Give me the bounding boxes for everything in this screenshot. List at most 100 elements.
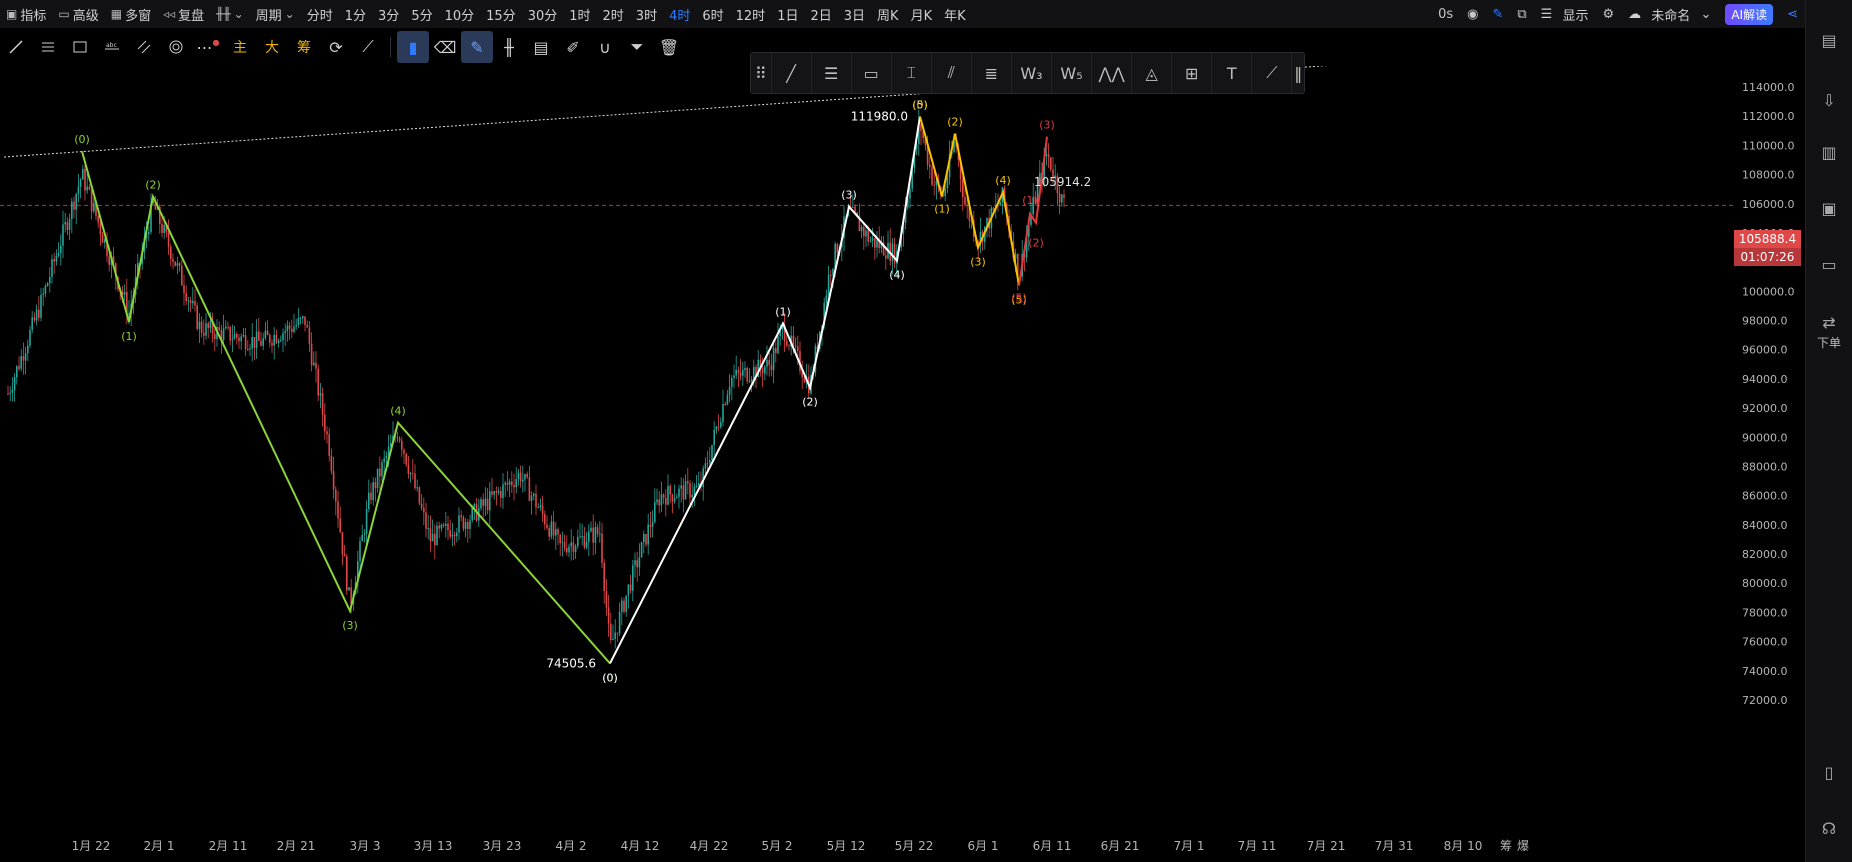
more-tools-icon[interactable]: ⋯ ● xyxy=(192,31,224,63)
display-button[interactable]: ☰ 显示 xyxy=(1541,0,1589,28)
candle-body xyxy=(746,368,748,382)
parallel-channel-icon[interactable]: ⫽ xyxy=(932,53,972,93)
trash-icon[interactable]: 🗑 xyxy=(653,31,685,63)
order-icon[interactable]: ⇄ xyxy=(1817,310,1841,334)
period-13[interactable]: 1日 xyxy=(771,0,804,28)
fib-circle-icon[interactable] xyxy=(160,31,192,63)
candle-body xyxy=(18,366,20,369)
candle-body xyxy=(172,259,174,262)
edit-note-icon[interactable]: ✐ xyxy=(557,31,589,63)
price-chart[interactable]: 114000.0 112000.0 110000.0 108000.0 106000.0… xyxy=(0,66,1806,862)
period-17[interactable]: 月K xyxy=(905,0,939,28)
sync-icon[interactable]: ⟳ xyxy=(320,31,352,63)
candle-body xyxy=(306,324,308,328)
order-label[interactable]: 下单 xyxy=(1806,334,1852,351)
text-tool-icon[interactable]: T xyxy=(1212,53,1253,93)
share-icon[interactable]: ⋖ xyxy=(1787,7,1798,22)
period-8[interactable]: 2时 xyxy=(597,0,630,28)
drag-handle-icon[interactable]: ⠿ xyxy=(751,53,772,93)
period-1[interactable]: 1分 xyxy=(339,0,372,28)
indicators-button[interactable]: ▣ 指标 xyxy=(0,0,52,28)
period-12[interactable]: 12时 xyxy=(730,0,772,28)
y-tick-label: 96000.0 xyxy=(1742,344,1788,357)
headset-icon[interactable]: ☊ xyxy=(1817,816,1841,840)
filter-icon[interactable]: ⏷ xyxy=(621,31,653,63)
horizontal-lines-icon[interactable] xyxy=(32,31,64,63)
wave-label: (3) xyxy=(342,619,358,632)
trend-line-icon[interactable] xyxy=(0,31,32,63)
rectangle-icon[interactable] xyxy=(64,31,96,63)
candle-body xyxy=(596,527,599,534)
candle-body xyxy=(181,265,183,286)
period-10[interactable]: 4时 xyxy=(663,0,696,28)
period-5[interactable]: 15分 xyxy=(480,0,522,28)
bar-chart-icon[interactable]: ▥ xyxy=(1817,140,1841,164)
replay-button[interactable]: ◃◃ 复盘 xyxy=(157,0,210,28)
candle-body xyxy=(231,338,234,341)
fib-retracement-icon[interactable]: ≣ xyxy=(972,53,1012,93)
camera-icon[interactable]: ◉ xyxy=(1467,7,1478,22)
period-dropdown[interactable]: 周期 ⌄ xyxy=(250,0,301,28)
pen-icon[interactable]: ✎ xyxy=(1492,7,1503,22)
horizontal-lines-icon[interactable]: ☰ xyxy=(812,53,852,93)
candle-body xyxy=(27,345,29,354)
candle-body xyxy=(577,537,579,547)
period-18[interactable]: 年K xyxy=(938,0,972,28)
gear-icon[interactable]: ⚙ xyxy=(1602,7,1614,22)
candle-body xyxy=(203,332,205,336)
elliott-wave-icon[interactable]: ╫ xyxy=(493,31,525,63)
add-text-icon[interactable]: ⊞ xyxy=(1172,53,1213,93)
layout-icon[interactable]: ▯ xyxy=(1817,760,1841,784)
watchlist-icon[interactable]: ▤ xyxy=(1817,28,1841,52)
download-icon[interactable]: ⇩ xyxy=(1817,88,1841,112)
x-tick-label: 2月 1 xyxy=(143,839,174,853)
advanced-button[interactable]: ▭ 高级 xyxy=(52,0,104,28)
wave-5-icon[interactable]: W₅ xyxy=(1052,53,1093,93)
period-3[interactable]: 5分 xyxy=(405,0,438,28)
diagonal-tool-icon[interactable]: ⟋ xyxy=(1252,53,1293,93)
triangle-pattern-icon[interactable]: ◬ xyxy=(1132,53,1173,93)
price-range-icon[interactable]: abc xyxy=(96,31,128,63)
period-14[interactable]: 2日 xyxy=(804,0,837,28)
period-6[interactable]: 30分 xyxy=(522,0,564,28)
monitor-chart-icon[interactable]: ▣ xyxy=(1817,196,1841,220)
popout-icon[interactable]: ⧉ xyxy=(1517,7,1526,22)
candle-body xyxy=(508,481,511,485)
period-16[interactable]: 周K xyxy=(871,0,905,28)
period-0[interactable]: 分时 xyxy=(301,0,339,28)
rectangle-icon[interactable]: ▭ xyxy=(852,53,892,93)
wave-3-icon[interactable]: W₃ xyxy=(1012,53,1052,93)
drawing-pen-icon[interactable]: ✎ xyxy=(461,31,493,63)
candle-body xyxy=(427,528,429,530)
chart-type-dropdown[interactable]: ╫╫ ⌄ xyxy=(210,0,250,28)
period-7[interactable]: 1时 xyxy=(563,0,596,28)
multi-window-button[interactable]: ▦ 多窗 xyxy=(105,0,157,28)
magnet-icon[interactable]: ∪ xyxy=(589,31,621,63)
layout-name-dropdown[interactable]: ☁ 未命名 ⌄ xyxy=(1628,0,1711,28)
candle-body xyxy=(324,414,326,432)
candle-body xyxy=(869,240,872,242)
big-order-button[interactable]: 大 xyxy=(256,31,288,63)
measure-icon[interactable]: ⟋ xyxy=(352,31,384,63)
etf-icon[interactable]: ▭ xyxy=(1817,252,1841,276)
period-4[interactable]: 10分 xyxy=(439,0,481,28)
candle-body xyxy=(101,234,104,243)
bookmark-icon[interactable]: ▮ xyxy=(397,31,429,63)
main-indicator-button[interactable]: 主 xyxy=(224,31,256,63)
wave-label: (5) xyxy=(1011,291,1027,304)
period-11[interactable]: 6时 xyxy=(696,0,729,28)
period-15[interactable]: 3日 xyxy=(838,0,871,28)
collapse-handle-icon[interactable]: ‖ xyxy=(1292,53,1304,93)
period-2[interactable]: 3分 xyxy=(372,0,405,28)
price-range-icon[interactable]: ⌶ xyxy=(892,53,932,93)
candle-body xyxy=(742,370,744,376)
eraser-icon[interactable]: ⌫ xyxy=(429,31,461,63)
ai-interpret-button[interactable]: AI解读 xyxy=(1725,3,1774,25)
pattern-icon[interactable]: ⋀⋀ xyxy=(1092,53,1133,93)
parallel-channel-icon[interactable] xyxy=(128,31,160,63)
clipboard-icon[interactable]: ▤ xyxy=(525,31,557,63)
chips-button[interactable]: 筹 xyxy=(288,31,320,63)
period-9[interactable]: 3时 xyxy=(630,0,663,28)
candle-body xyxy=(167,232,170,247)
line-tool-icon[interactable]: ╱ xyxy=(772,53,812,93)
